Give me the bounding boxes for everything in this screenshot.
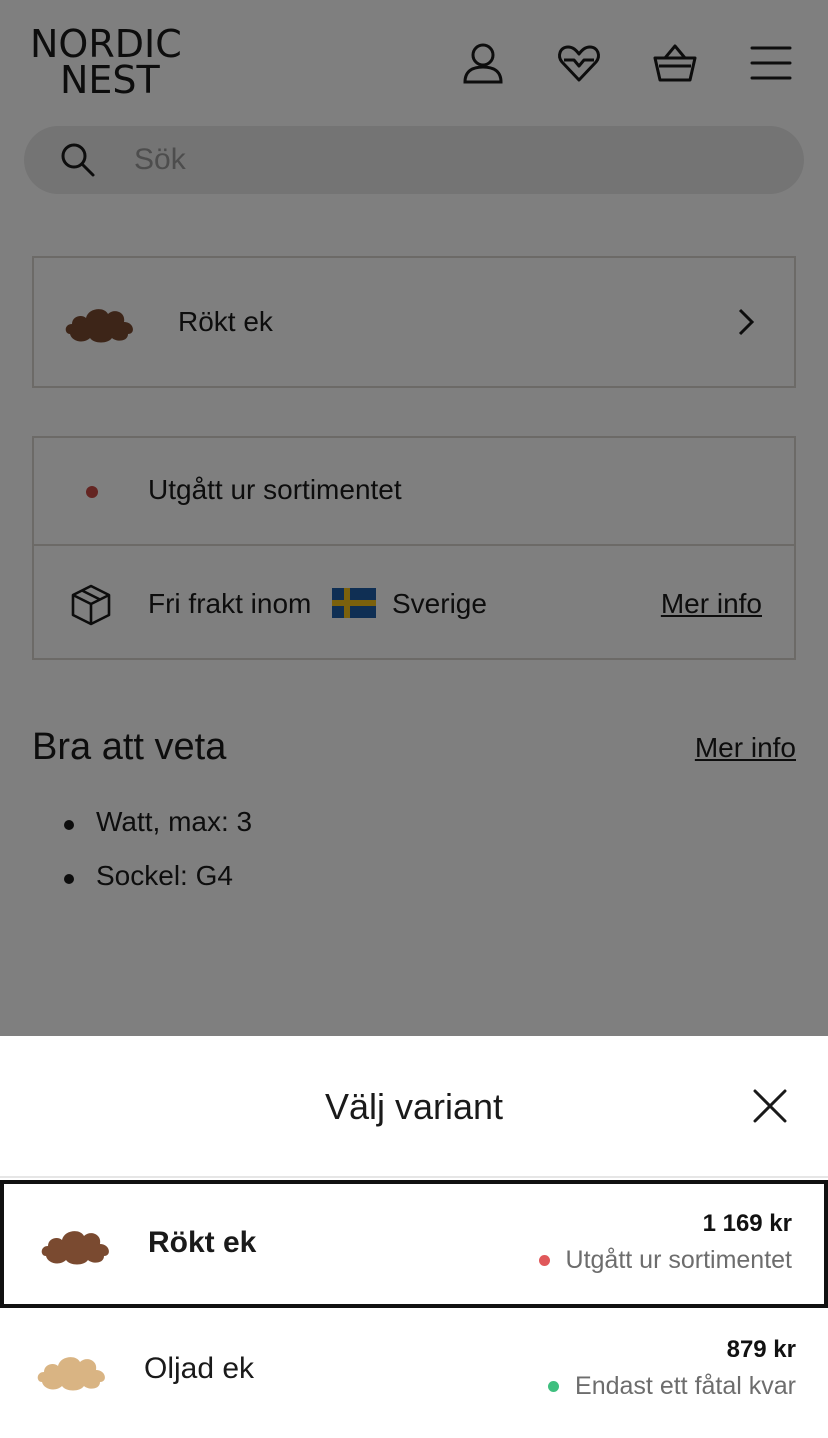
- modal-backdrop[interactable]: [0, 0, 828, 1036]
- variant-price: 879 kr: [726, 1336, 796, 1363]
- variant-option-rokt-ek[interactable]: Rökt ek 1 169 kr Utgått ur sortimentet: [0, 1180, 828, 1308]
- variant-option-oljad-ek[interactable]: Oljad ek 879 kr Endast ett fåtal kvar: [0, 1310, 828, 1438]
- variant-picker-sheet: Välj variant Rökt ek 1 169 kr Utgått ur …: [0, 1036, 828, 1438]
- status-dot: [538, 1255, 550, 1266]
- product-page: NORDIC NEST: [0, 0, 828, 1438]
- variant-status: Utgått ur sortimentet: [538, 1246, 792, 1275]
- variant-name: Rökt ek: [148, 1226, 257, 1259]
- variant-status-text: Utgått ur sortimentet: [565, 1246, 792, 1274]
- status-dot: [548, 1381, 560, 1392]
- close-icon[interactable]: [752, 1088, 788, 1124]
- sheet-title: Välj variant: [324, 1086, 504, 1127]
- variant-thumbnail: [41, 1231, 109, 1265]
- variant-status-text: Endast ett fåtal kvar: [575, 1372, 796, 1400]
- variant-price: 1 169 kr: [702, 1210, 792, 1237]
- variant-status: Endast ett fåtal kvar: [548, 1372, 796, 1401]
- variant-name: Oljad ek: [144, 1352, 255, 1385]
- variant-thumbnail: [37, 1357, 105, 1391]
- divider: [0, 1176, 828, 1178]
